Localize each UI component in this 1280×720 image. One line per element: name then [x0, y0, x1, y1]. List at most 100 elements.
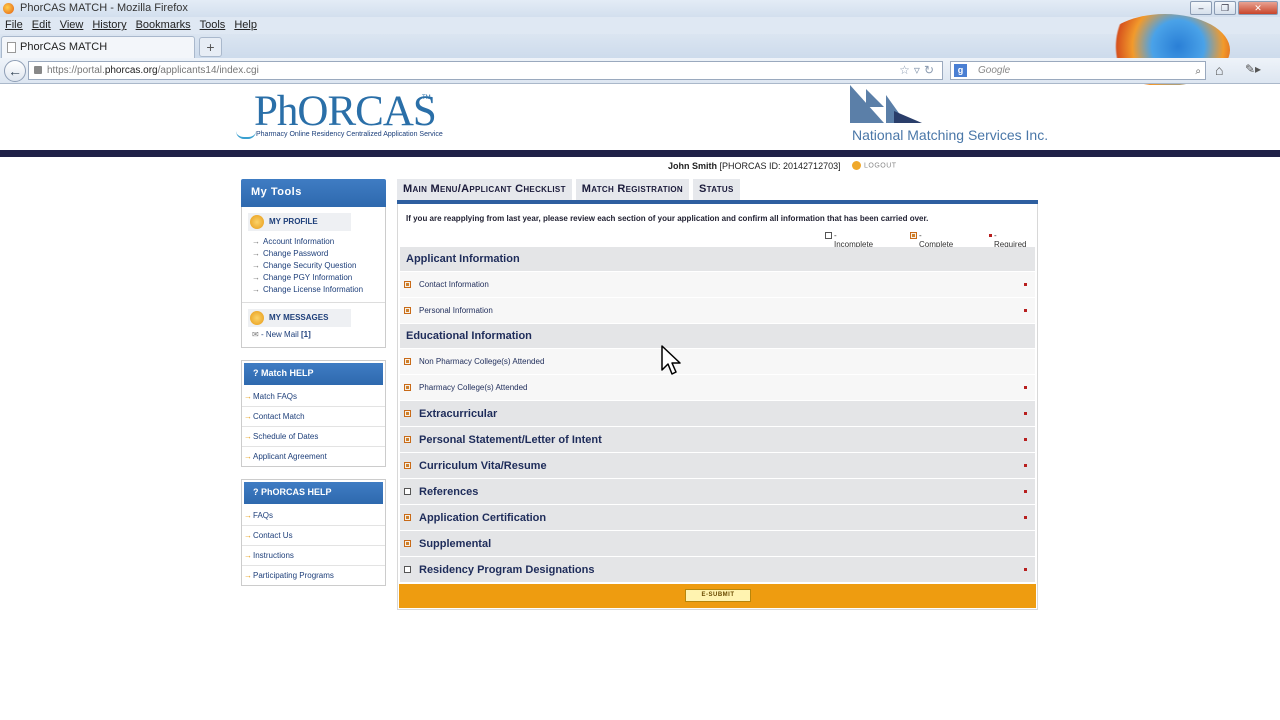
- main-panel: Main Menu/Applicant Checklist Match Regi…: [397, 179, 1038, 610]
- new-mail-link[interactable]: ✉ - New Mail [1]: [242, 327, 385, 343]
- navigation-bar: ← https://portal.phorcas.org/applicants1…: [0, 58, 1280, 84]
- change-password-link[interactable]: → Change Password: [242, 248, 385, 260]
- menu-help[interactable]: Help: [234, 19, 257, 31]
- menu-bar: File Edit View History Bookmarks Tools Help: [0, 17, 1280, 34]
- item-supplemental[interactable]: Supplemental: [400, 531, 1035, 557]
- menu-tools[interactable]: Tools: [200, 19, 226, 31]
- submit-bar: E-SUBMIT: [399, 584, 1036, 608]
- search-placeholder: Google: [978, 65, 1011, 76]
- profile-icon: [250, 215, 264, 229]
- phorcas-logo[interactable]: PhORCAS TM Pharmacy Online Residency Cen…: [236, 87, 443, 142]
- user-info: John Smith [PHORCAS ID: 20142712703]: [668, 161, 841, 171]
- mouse-cursor-icon: [661, 345, 681, 375]
- item-references[interactable]: References: [400, 479, 1035, 505]
- applicant-agreement-link[interactable]: →Applicant Agreement: [242, 447, 385, 466]
- firefox-icon: [3, 3, 14, 14]
- home-icon[interactable]: ⌂: [1215, 62, 1223, 78]
- item-residency-program-designations[interactable]: Residency Program Designations: [400, 557, 1035, 583]
- minimize-button[interactable]: –: [1190, 1, 1212, 15]
- change-license-information-link[interactable]: → Change License Information: [242, 284, 385, 296]
- mail-icon: ✉: [252, 330, 259, 339]
- reload-icon[interactable]: ↻: [924, 63, 938, 77]
- new-tab-button[interactable]: +: [199, 37, 222, 57]
- user-id: [PHORCAS ID: 20142712703]: [719, 161, 841, 171]
- item-extracurricular[interactable]: Extracurricular: [400, 401, 1035, 427]
- window-controls: – ❐ ✕: [1190, 1, 1278, 15]
- section-applicant-information: Applicant Information: [400, 247, 1035, 272]
- reapply-notice: If you are reapplying from last year, pl…: [406, 214, 929, 223]
- my-messages-header: MY MESSAGES: [248, 309, 351, 327]
- menu-bookmarks[interactable]: Bookmarks: [136, 19, 191, 31]
- section-educational-information: Educational Information: [400, 324, 1035, 349]
- browser-tab[interactable]: PhorCAS MATCH: [1, 36, 195, 58]
- match-help-box: ? Match HELP →Match FAQs →Contact Match …: [241, 360, 386, 467]
- faqs-link[interactable]: →FAQs: [242, 506, 385, 526]
- status-legend: - Incomplete - Complete - Required: [398, 231, 1037, 249]
- main-tabs: Main Menu/Applicant Checklist Match Regi…: [397, 179, 1038, 200]
- required-icon: [1024, 283, 1027, 286]
- change-security-question-link[interactable]: → Change Security Question: [242, 260, 385, 272]
- menu-file[interactable]: File: [5, 19, 23, 31]
- nms-logo[interactable]: National Matching Services Inc.: [848, 85, 1058, 145]
- menu-history[interactable]: History: [92, 19, 126, 31]
- complete-icon: [910, 232, 917, 239]
- legend-incomplete: - Incomplete: [825, 231, 873, 249]
- lock-icon: [34, 66, 42, 74]
- phorcas-logo-text: PhORCAS: [254, 88, 437, 135]
- complete-icon: [404, 436, 411, 443]
- maximize-button[interactable]: ❐: [1214, 1, 1236, 15]
- schedule-of-dates-link[interactable]: →Schedule of Dates: [242, 427, 385, 447]
- google-icon: g: [954, 64, 967, 77]
- bookmark-star-icon[interactable]: ☆: [899, 63, 914, 77]
- menu-edit[interactable]: Edit: [32, 19, 51, 31]
- e-submit-button[interactable]: E-SUBMIT: [685, 589, 751, 602]
- item-curriculum-vita[interactable]: Curriculum Vita/Resume: [400, 453, 1035, 479]
- contact-match-link[interactable]: →Contact Match: [242, 407, 385, 427]
- tab-bar: PhorCAS MATCH +: [0, 34, 1280, 58]
- logout-link[interactable]: LOGOUT: [852, 161, 897, 170]
- tools-icon[interactable]: ✎▸: [1245, 62, 1261, 76]
- item-application-certification[interactable]: Application Certification: [400, 505, 1035, 531]
- dropdown-arrow-icon[interactable]: ▿: [914, 63, 924, 77]
- tab-main-menu[interactable]: Main Menu/Applicant Checklist: [397, 179, 572, 200]
- item-non-pharmacy-colleges[interactable]: Non Pharmacy College(s) Attended: [400, 349, 1035, 375]
- instructions-link[interactable]: →Instructions: [242, 546, 385, 566]
- swoosh-icon: [236, 131, 256, 139]
- item-personal-information[interactable]: Personal Information: [400, 298, 1035, 324]
- required-icon: [1024, 438, 1027, 441]
- search-icon[interactable]: ⌕: [1195, 63, 1201, 80]
- my-tools-header: My Tools: [241, 179, 386, 207]
- tab-status[interactable]: Status: [693, 179, 740, 200]
- item-personal-statement[interactable]: Personal Statement/Letter of Intent: [400, 427, 1035, 453]
- my-tools-box: MY PROFILE → Account Information → Change …: [241, 207, 386, 348]
- menu-view[interactable]: View: [60, 19, 84, 31]
- url-bar[interactable]: https://portal.phorcas.org/applicants14/…: [28, 61, 943, 80]
- close-button[interactable]: ✕: [1238, 1, 1278, 15]
- change-pgy-information-link[interactable]: → Change PGY Information: [242, 272, 385, 284]
- complete-icon: [404, 410, 411, 417]
- url-path: /applicants14/index.cgi: [157, 65, 259, 76]
- legend-complete: - Complete: [910, 231, 953, 249]
- url-actions: ☆▿↻: [899, 62, 938, 79]
- account-information-link[interactable]: → Account Information: [242, 236, 385, 248]
- sidebar: My Tools MY PROFILE → Account Information…: [241, 179, 386, 586]
- item-contact-information[interactable]: Contact Information: [400, 272, 1035, 298]
- tab-match-registration[interactable]: Match Registration: [575, 179, 690, 200]
- search-box[interactable]: g Google ⌕: [950, 61, 1206, 80]
- complete-icon: [404, 462, 411, 469]
- complete-icon: [404, 307, 411, 314]
- header-divider: [0, 150, 1280, 157]
- required-icon: [1024, 412, 1027, 415]
- required-icon: [1024, 568, 1027, 571]
- url-domain: phorcas.org: [104, 65, 158, 76]
- participating-programs-link[interactable]: →Participating Programs: [242, 566, 385, 585]
- legend-required: - Required: [989, 231, 1026, 249]
- item-pharmacy-colleges[interactable]: Pharmacy College(s) Attended: [400, 375, 1035, 401]
- logout-label: LOGOUT: [864, 162, 897, 170]
- my-profile-header: MY PROFILE: [248, 213, 351, 231]
- back-button[interactable]: ←: [4, 60, 26, 82]
- url-prefix: https://portal.: [47, 65, 105, 76]
- user-name: John Smith: [668, 161, 717, 171]
- contact-us-link[interactable]: →Contact Us: [242, 526, 385, 546]
- match-faqs-link[interactable]: →Match FAQs: [242, 387, 385, 407]
